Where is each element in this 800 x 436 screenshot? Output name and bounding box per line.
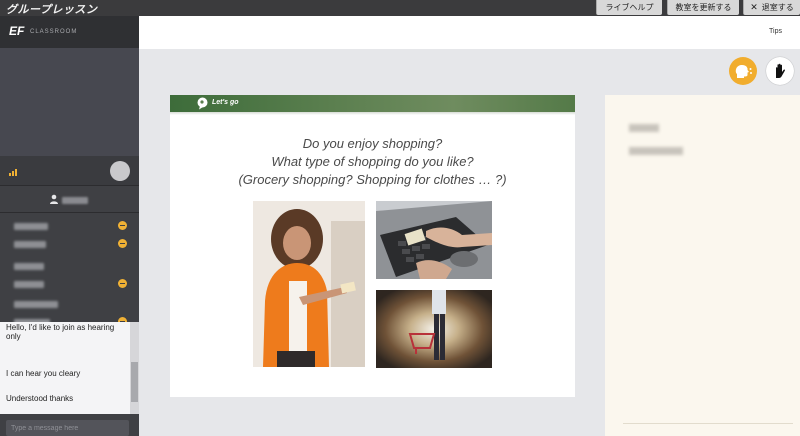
host-row — [0, 187, 139, 213]
signal-strength-icon — [9, 169, 17, 176]
chat-message: I can hear you cleary — [6, 369, 81, 378]
leave-classroom-button[interactable]: ✕ 退室する — [743, 0, 800, 15]
online-shopping-image — [376, 201, 492, 279]
participant-item — [0, 236, 139, 252]
question-line: What type of shopping do you like? — [271, 154, 474, 169]
chat-message: Understood thanks — [6, 394, 74, 403]
talk-button[interactable] — [729, 57, 757, 85]
logo-text: CLASSROOM — [30, 29, 78, 35]
leave-label: 退室する — [761, 3, 794, 12]
participant-name — [14, 263, 44, 270]
participant-item — [0, 276, 139, 292]
participant-list — [0, 214, 139, 338]
muted-badge-icon — [118, 239, 127, 248]
slide-header-label: Let's go — [212, 99, 239, 106]
tips-link[interactable]: Tips — [769, 28, 782, 35]
participant-name — [14, 241, 46, 248]
app-title: グループレッスン — [6, 4, 98, 16]
host-name — [62, 197, 88, 204]
shopping-woman-image — [253, 201, 365, 367]
chat-scrollbar-thumb[interactable] — [131, 362, 138, 402]
chat-input[interactable] — [6, 420, 129, 436]
participant-item — [0, 296, 139, 312]
chat-messages[interactable]: Hello, I'd like to join as hearing only … — [0, 322, 130, 414]
participant-item — [0, 218, 139, 234]
lesson-slide: Let's go Do you enjoy shopping? What typ… — [170, 95, 575, 397]
user-avatar[interactable] — [110, 161, 130, 181]
chat-scrollbar[interactable] — [130, 322, 139, 414]
hand-icon — [776, 63, 786, 78]
top-bar: グループレッスン ライブヘルプ 教室を更新する ✕ 退室する — [0, 0, 800, 16]
chat-message: Hello, I'd like to join as hearing only — [6, 323, 115, 341]
participant-name — [14, 301, 58, 308]
divider — [623, 423, 793, 424]
slide-question: Do you enjoy shopping? What type of shop… — [170, 135, 575, 189]
notes-line — [629, 124, 659, 132]
grocery-cart-image — [376, 290, 492, 368]
logo: EF CLASSROOM — [0, 16, 139, 48]
question-line: (Grocery shopping? Shopping for clothes … — [238, 172, 507, 187]
notes-line — [629, 147, 683, 155]
close-icon: ✕ — [750, 2, 758, 12]
logo-mark: EF — [9, 24, 25, 38]
chat-input-area — [0, 414, 139, 436]
muted-badge-icon — [118, 221, 127, 230]
notes-panel — [605, 95, 800, 436]
live-help-button[interactable]: ライブヘルプ — [596, 0, 662, 15]
connection-status-row — [0, 156, 139, 186]
person-icon — [50, 194, 58, 204]
teacher-video — [0, 48, 139, 156]
participant-item — [0, 258, 139, 274]
muted-badge-icon — [118, 279, 127, 288]
question-line: Do you enjoy shopping? — [302, 136, 443, 151]
slide-header: Let's go — [170, 95, 575, 115]
speaking-head-icon — [735, 64, 752, 78]
participant-name — [14, 223, 48, 230]
speech-bubble-icon — [197, 97, 208, 110]
refresh-classroom-button[interactable]: 教室を更新する — [667, 0, 739, 15]
participant-name — [14, 281, 44, 288]
raise-hand-button[interactable] — [766, 57, 794, 85]
tips-bar: Tips — [139, 16, 800, 49]
